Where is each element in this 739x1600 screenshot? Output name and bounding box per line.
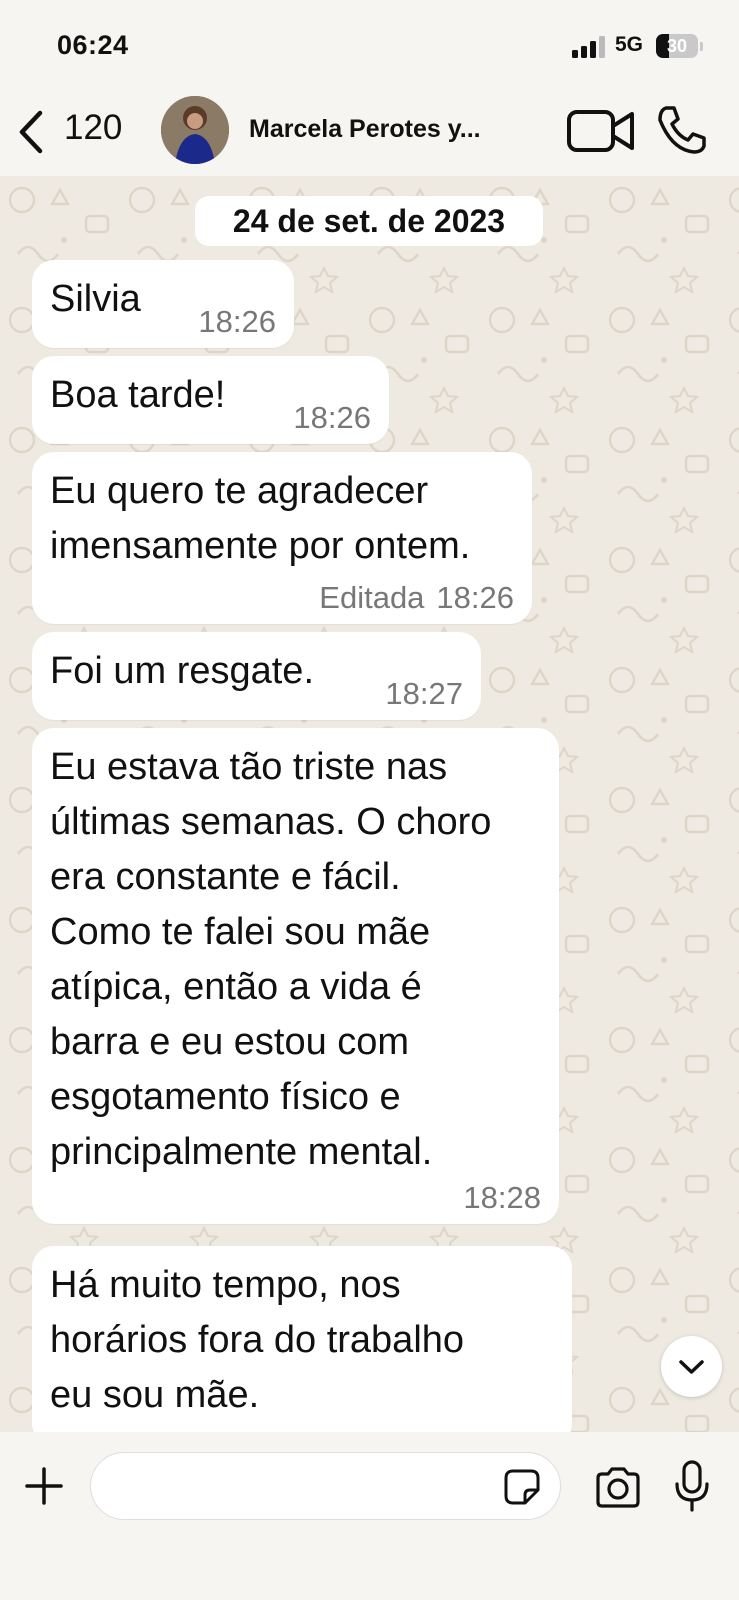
chevron-down-icon [679,1360,704,1374]
message-bubble[interactable]: Foi um resgate. 18:27 [32,632,481,720]
message-bubble[interactable]: Eu quero te agradecer imensamente por on… [32,452,532,624]
message-line: Eu quero te agradecer [50,470,429,512]
phone-icon[interactable] [656,104,706,156]
chevron-left-icon[interactable] [14,108,48,156]
message-input-bar [0,1432,739,1600]
sticker-icon[interactable] [503,1468,541,1506]
status-bar: 06:24 5G 30 [0,0,739,90]
status-time: 06:24 [57,30,129,60]
message-time: 18:28 [463,1180,541,1215]
message-line: era constante e fácil. [50,856,401,898]
contact-name[interactable]: Marcela Perotes y... [249,115,481,144]
chat-area[interactable]: 24 de set. de 2023 Silvia 18:26 Boa tard… [0,176,739,1432]
message-time: 18:26 [436,580,514,615]
message-line: esgotamento físico e [50,1076,401,1118]
plus-icon[interactable] [24,1466,64,1506]
message-line: Como te falei sou mãe [50,911,431,953]
battery-tip [700,42,703,51]
message-line: últimas semanas. O choro [50,801,492,843]
message-bubble[interactable]: Eu estava tão triste nas últimas semanas… [32,728,559,1224]
message-bubble[interactable]: Boa tarde! 18:26 [32,356,389,444]
date-separator: 24 de set. de 2023 [195,196,543,246]
message-line: atípica, então a vida é [50,966,422,1008]
message-line: eu sou mãe. [50,1374,260,1416]
message-bubble[interactable]: Há muito tempo, nos horários fora do tra… [32,1246,572,1432]
message-line: principalmente mental. [50,1131,433,1173]
message-time: 18:26 [293,400,371,435]
edited-label: Editada [319,580,425,615]
message-time: 18:27 [385,676,463,711]
battery-icon: 30 [656,34,698,58]
avatar[interactable] [161,96,229,164]
message-line: Eu estava tão triste nas [50,746,448,788]
message-line: barra e eu estou com [50,1021,410,1063]
signal-icon [572,36,605,58]
message-meta: Editada 18:26 [319,580,514,616]
message-bubble[interactable]: Silvia 18:26 [32,260,294,348]
unread-count[interactable]: 120 [64,108,122,148]
message-time: 18:26 [198,304,276,339]
scroll-to-bottom-button[interactable] [661,1336,722,1397]
battery-level: 30 [666,36,688,56]
message-line: imensamente por ontem. [50,525,471,567]
network-label: 5G [615,33,644,56]
message-line: horários fora do trabalho [50,1319,465,1361]
chat-header: 120 Marcela Perotes y... [0,90,739,176]
microphone-icon[interactable] [673,1460,711,1512]
video-call-icon[interactable] [566,106,636,156]
message-line: Há muito tempo, nos [50,1264,401,1306]
camera-icon[interactable] [594,1466,642,1508]
message-input[interactable] [90,1452,561,1520]
